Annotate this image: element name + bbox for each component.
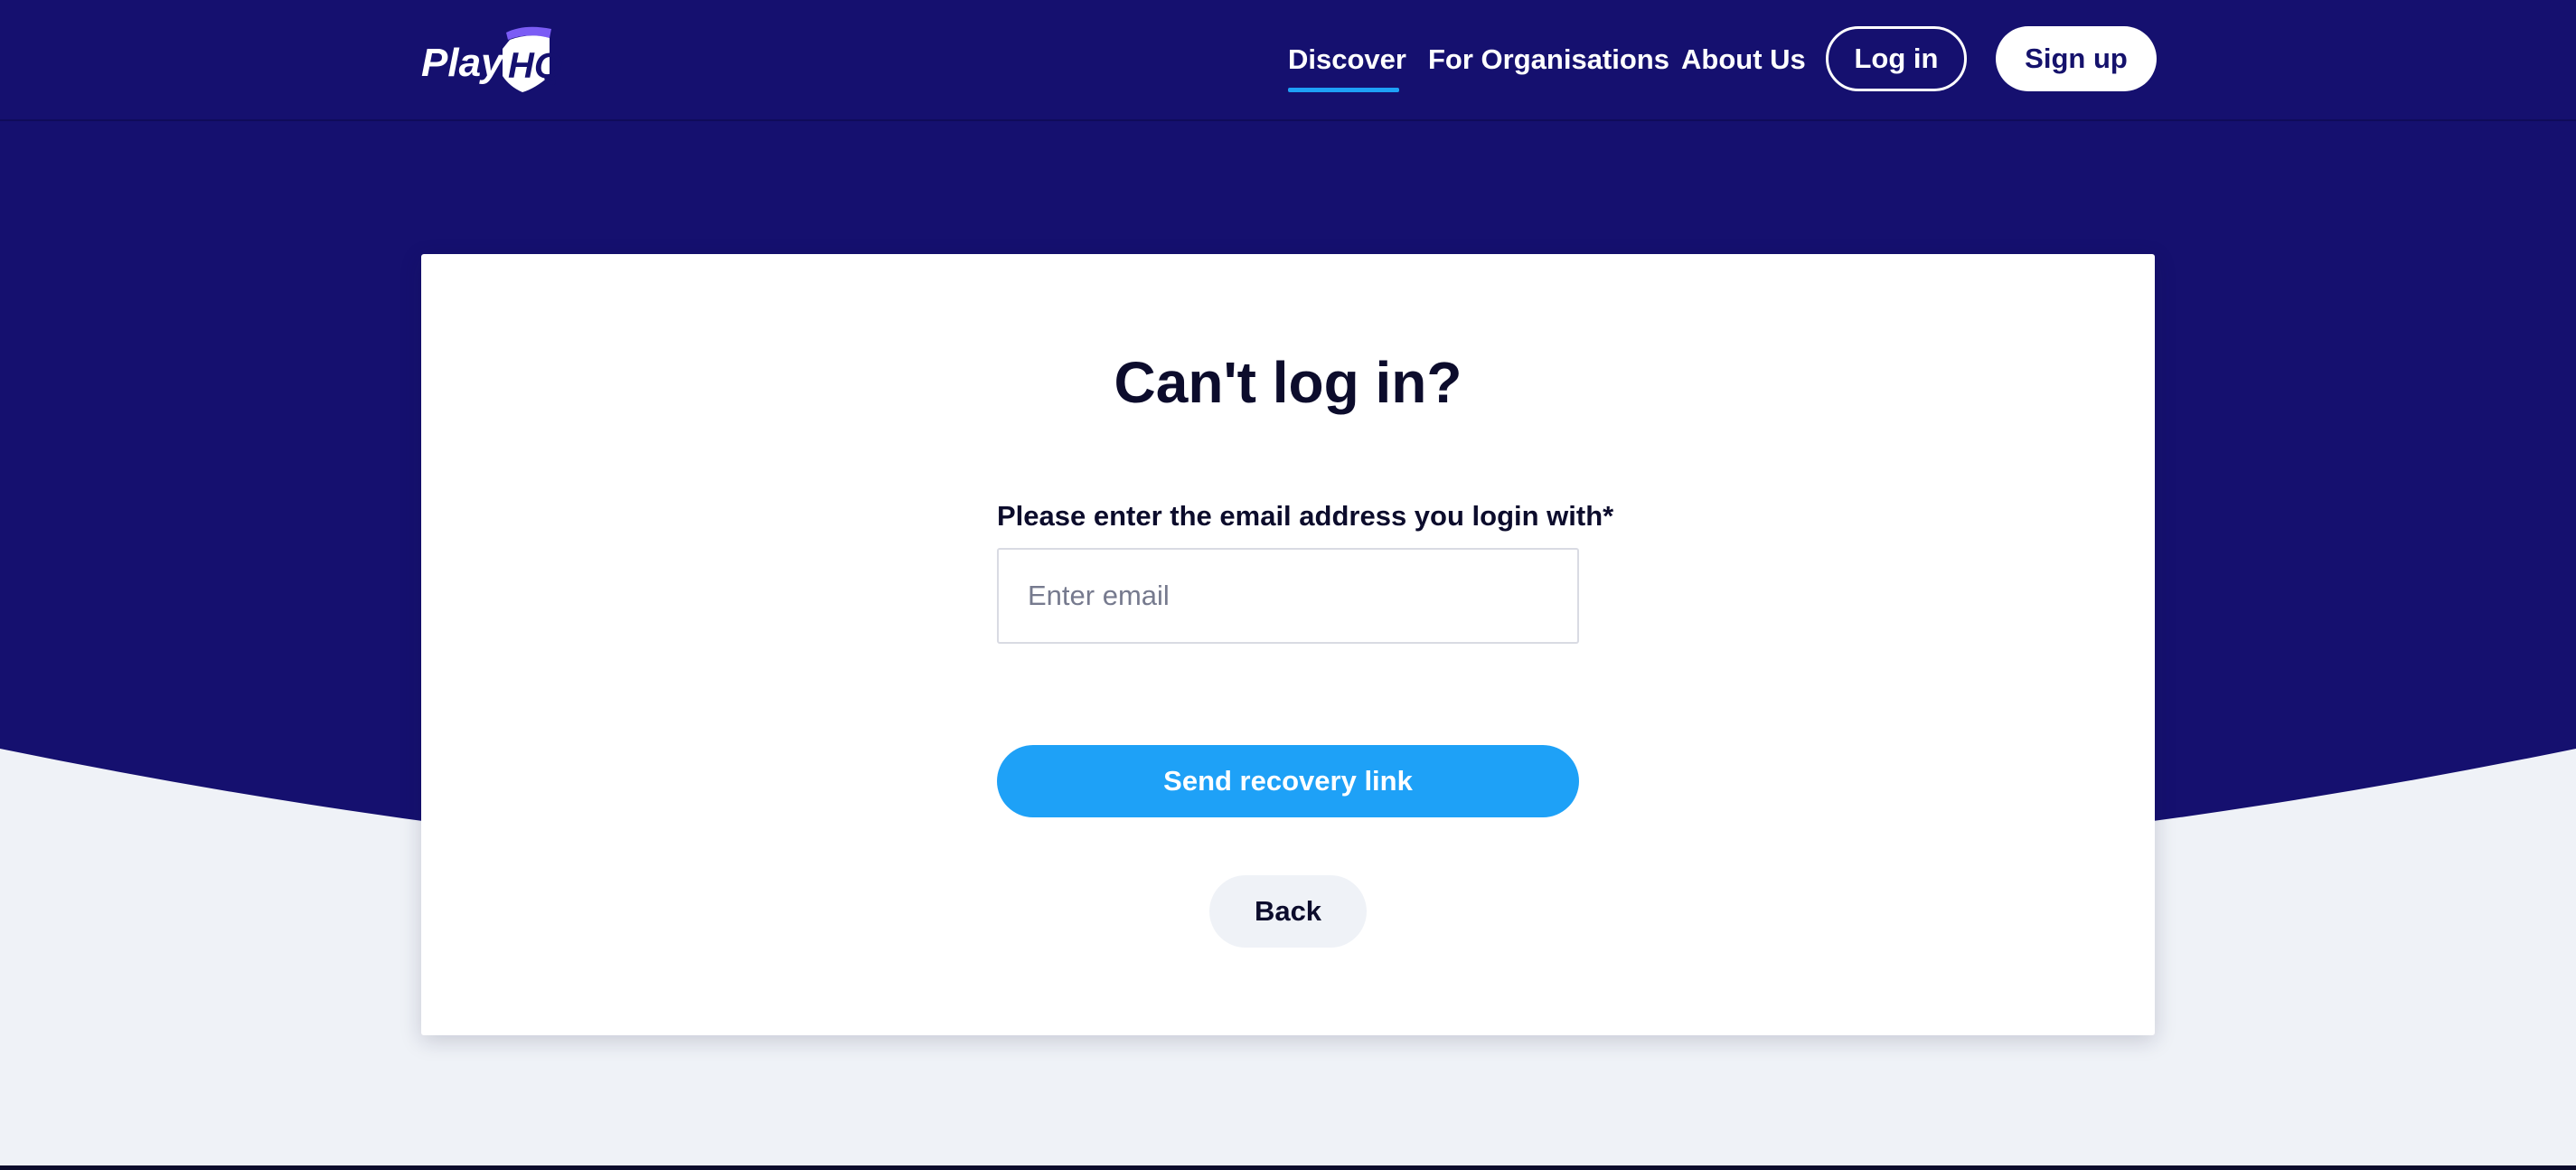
playhq-logo[interactable]: HQ Play <box>418 22 580 96</box>
login-button[interactable]: Log in <box>1826 26 1967 91</box>
send-recovery-link-button[interactable]: Send recovery link <box>997 745 1579 817</box>
signup-button[interactable]: Sign up <box>1996 26 2157 91</box>
site-header: HQ Play Discover For Organisations About… <box>0 0 2576 121</box>
back-button[interactable]: Back <box>1209 875 1367 948</box>
recovery-card: Can't log in? Please enter the email add… <box>421 254 2155 1035</box>
email-input[interactable] <box>997 548 1579 644</box>
page-title: Can't log in? <box>1114 350 1462 415</box>
email-field-label: Please enter the email address you login… <box>997 500 1614 532</box>
svg-text:Play: Play <box>421 41 505 85</box>
nav-for-organisations[interactable]: For Organisations <box>1428 40 1669 80</box>
svg-text:HQ: HQ <box>508 46 562 86</box>
page: HQ Play Discover For Organisations About… <box>0 0 2576 1170</box>
nav-about-us[interactable]: About Us <box>1681 40 1806 80</box>
page-bottom-border <box>0 1165 2576 1170</box>
nav-discover[interactable]: Discover <box>1288 40 1406 80</box>
nav-active-indicator <box>1288 88 1399 92</box>
